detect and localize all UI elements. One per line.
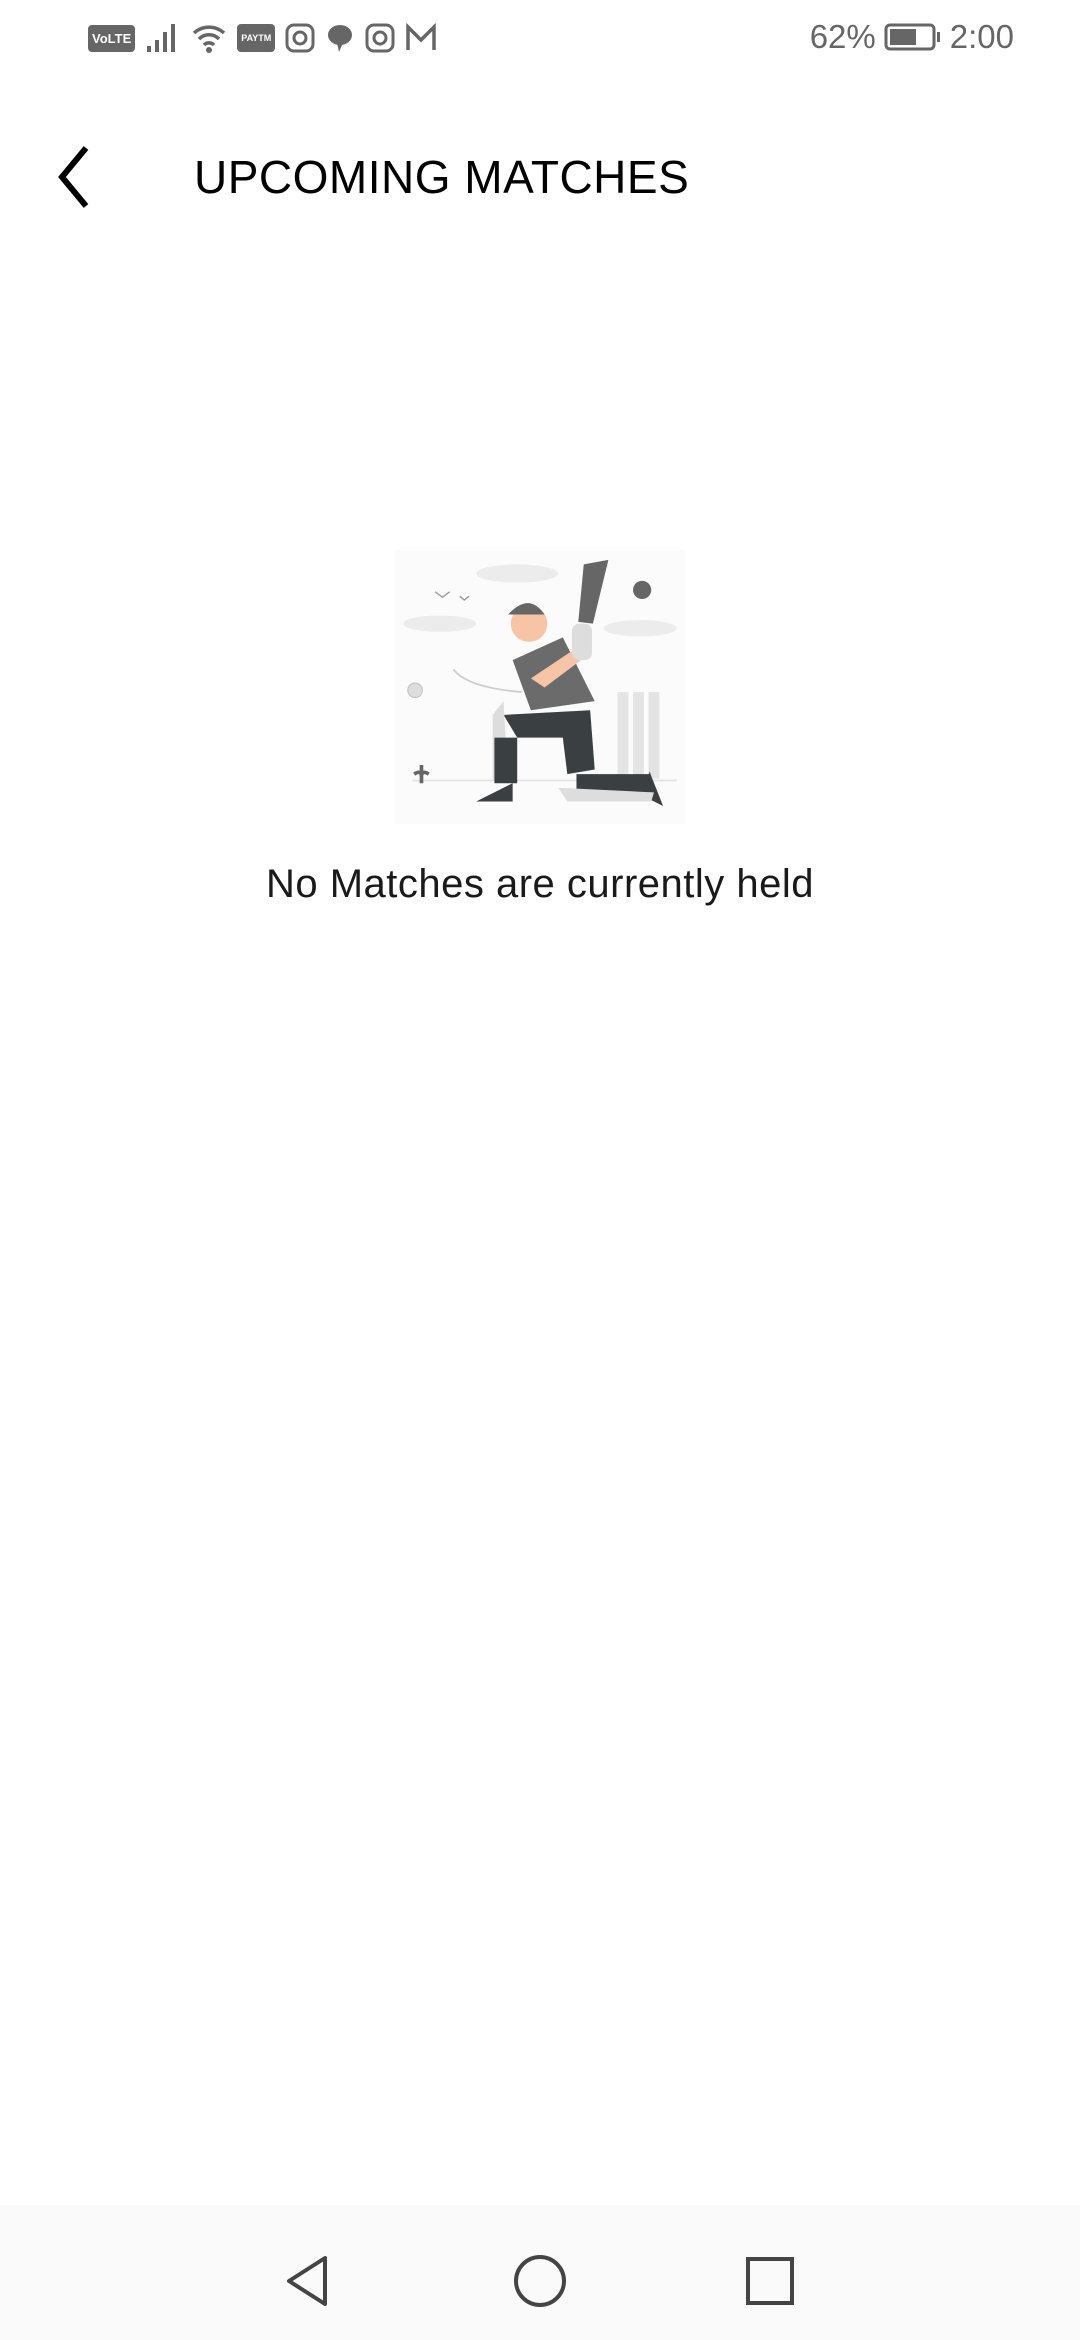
instagram-icon: [285, 23, 315, 53]
nav-home-button[interactable]: [512, 2253, 568, 2309]
chevron-left-icon: [58, 146, 89, 208]
recents-square-icon: [746, 2257, 794, 2305]
navigation-bar: [0, 2205, 1080, 2340]
signal-icon: [147, 24, 176, 52]
page-title: UPCOMING MATCHES: [194, 151, 690, 203]
wifi-icon: [193, 25, 226, 53]
nav-recents-button[interactable]: [742, 2253, 798, 2309]
app-bar: UPCOMING MATCHES: [0, 130, 1080, 226]
notification-icons: VoLTE PAYTM: [88, 22, 437, 54]
back-button[interactable]: [50, 144, 110, 210]
home-circle-icon: [514, 2255, 566, 2307]
clock: 2:00: [949, 18, 1014, 55]
paytm-icon: PAYTM: [237, 24, 276, 52]
empty-state-message: No Matches are currently held: [265, 862, 815, 906]
battery-icon: [884, 23, 940, 51]
nav-back-button[interactable]: [281, 2253, 337, 2309]
status-bar: VoLTE PAYTM 62% 2:00: [0, 0, 1080, 80]
instagram-icon: [365, 23, 395, 53]
cricket-batsman-illustration: [394, 550, 686, 825]
back-triangle-icon: [287, 2256, 327, 2306]
battery-percent: 62%: [809, 18, 876, 55]
gmail-icon: [406, 23, 437, 50]
chat-icon: [328, 25, 353, 52]
volte-icon: VoLTE: [88, 24, 136, 52]
